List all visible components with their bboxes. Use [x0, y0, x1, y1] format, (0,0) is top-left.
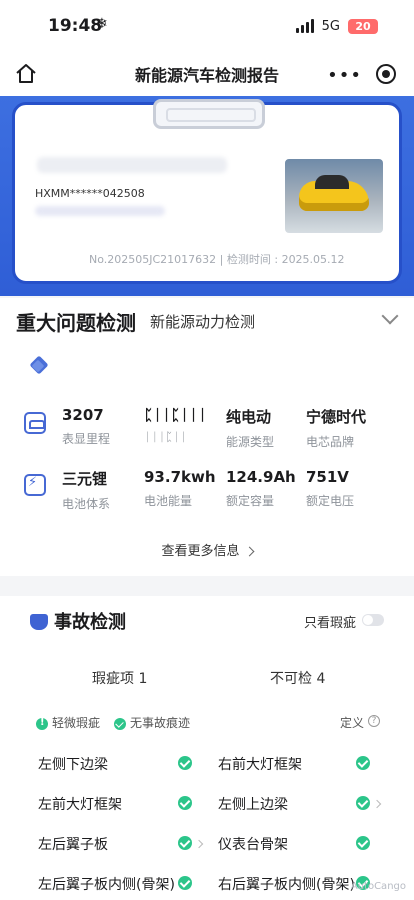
- watermark: AutoCango: [350, 881, 406, 892]
- define-link[interactable]: 定义: [340, 714, 364, 731]
- tab-major-issues[interactable]: 重大问题检测: [16, 307, 136, 336]
- accident-section: 事故检测 只看瑕疵 瑕疵项 1 不可检 4 轻微瑕疵 无事故痕迹 定义 ? 左侧…: [0, 596, 414, 900]
- car-crash-icon: [30, 614, 48, 630]
- check-item[interactable]: 右后翼子板内侧(骨架): [218, 874, 355, 894]
- legend-none: 无事故痕迹: [114, 714, 190, 731]
- spec-panel: 3207 表显里程 ᛈᛁᛁᛈᛁᛁᛁ ᛁᛁᛁᛈᛁᛁ 纯电动 能源类型 宁德时代 电…: [0, 344, 414, 576]
- tab-uncheckable[interactable]: 不可检 4: [270, 668, 325, 688]
- spec-value: ᛈᛁᛁᛈᛁᛁᛁ: [144, 406, 208, 424]
- spec-value: 宁德时代: [306, 408, 367, 426]
- check-icon: [356, 756, 370, 770]
- spec-row: 3207 表显里程 ᛈᛁᛁᛈᛁᛁᛁ ᛁᛁᛁᛈᛁᛁ 纯电动 能源类型 宁德时代 电…: [0, 406, 414, 450]
- tab-power-check[interactable]: 新能源动力检测: [150, 311, 255, 332]
- spec-label: 电池体系: [62, 497, 111, 511]
- blurred-vehicle-name: [37, 157, 227, 173]
- legend-minor: 轻微瑕疵: [36, 714, 100, 731]
- only-defects-toggle[interactable]: [362, 614, 384, 626]
- battery-icon: 20: [348, 18, 378, 34]
- section-gap: [0, 576, 414, 596]
- spec-label: 额定容量: [226, 494, 275, 508]
- spec-cell: 93.7kwh 电池能量: [144, 468, 216, 509]
- battery-bolt-icon: [24, 474, 46, 496]
- report-number: No.202505JC21017632 | 检测时间 : 2025.05.12: [89, 253, 345, 266]
- spec-cell: 3207 表显里程: [62, 406, 110, 447]
- layers-icon: [29, 355, 49, 375]
- spec-value: 纯电动: [226, 408, 272, 426]
- check-item[interactable]: 左侧上边梁: [218, 794, 288, 814]
- spec-cell: 宁德时代 电芯品牌: [306, 406, 366, 450]
- check-icon: [356, 796, 370, 810]
- car-image: [299, 175, 369, 211]
- legend-minor-label: 轻微瑕疵: [52, 716, 101, 730]
- car-photo[interactable]: [285, 159, 383, 233]
- chevron-right-icon[interactable]: [372, 799, 382, 809]
- spec-value: 3207: [62, 406, 104, 424]
- check-icon: [178, 796, 192, 810]
- spec-cell: 751V 额定电压: [306, 468, 354, 509]
- spec-value: 751V: [306, 468, 349, 486]
- report-card: HXMM******042508 No.202505JC21017632 | 检…: [12, 99, 402, 284]
- more-info-link[interactable]: 查看更多信息: [0, 540, 414, 559]
- spec-label: 电芯品牌: [306, 435, 355, 449]
- spec-cell: ᛈᛁᛁᛈᛁᛁᛁ ᛁᛁᛁᛈᛁᛁ: [144, 406, 207, 444]
- section-header: 重大问题检测 新能源动力检测: [0, 298, 414, 344]
- status-right: 5G 20: [295, 18, 378, 34]
- check-dot-icon: [114, 717, 127, 730]
- only-defects-label: 只看瑕疵: [303, 616, 356, 631]
- check-item[interactable]: 左后翼子板内侧(骨架): [38, 874, 175, 894]
- question-icon[interactable]: ?: [368, 715, 380, 727]
- legend-none-label: 无事故痕迹: [130, 716, 191, 730]
- check-item[interactable]: 左后翼子板: [38, 834, 108, 854]
- check-icon: [178, 836, 192, 850]
- check-icon: [178, 756, 192, 770]
- chevron-right-icon[interactable]: [194, 839, 204, 849]
- signal-icon: [295, 19, 314, 33]
- check-item[interactable]: 右前大灯框架: [218, 754, 302, 774]
- spec-label: 能源类型: [226, 435, 275, 449]
- target-icon[interactable]: [376, 64, 396, 84]
- spec-label: 额定电压: [306, 494, 355, 508]
- legend: 轻微瑕疵 无事故痕迹: [36, 714, 190, 731]
- blurred-info: [35, 206, 165, 216]
- car-icon: [24, 412, 46, 434]
- nav-bar: 新能源汽车检测报告 •••: [0, 52, 414, 96]
- spec-cell: 纯电动 能源类型: [226, 406, 274, 450]
- check-item[interactable]: 左前大灯框架: [38, 794, 122, 814]
- status-time: 19:48: [48, 16, 103, 36]
- check-icon: [356, 836, 370, 850]
- accident-title: 事故检测: [54, 612, 126, 633]
- tab-defects[interactable]: 瑕疵项 1: [92, 668, 147, 688]
- home-icon[interactable]: [14, 62, 38, 86]
- spec-value: 三元锂: [62, 470, 108, 488]
- spec-label: 表显里程: [62, 432, 111, 446]
- check-item[interactable]: 仪表台骨架: [218, 834, 288, 854]
- chevron-down-icon[interactable]: [381, 307, 399, 325]
- check-item[interactable]: 左侧下边梁: [38, 754, 108, 774]
- network-label: 5G: [321, 18, 340, 34]
- spec-cell: 三元锂 电池体系: [62, 468, 110, 512]
- spec-cell: 124.9Ah 额定容量: [226, 468, 296, 509]
- snowflake-icon: ❄: [96, 16, 108, 32]
- warning-dot-icon: [36, 717, 48, 730]
- spec-row: 三元锂 电池体系 93.7kwh 电池能量 124.9Ah 额定容量 751V …: [0, 468, 414, 512]
- more-icon[interactable]: •••: [327, 65, 362, 86]
- spec-label: ᛁᛁᛁᛈᛁᛁ: [144, 430, 188, 444]
- vin-text: HXMM******042508: [35, 187, 145, 200]
- page-title: 新能源汽车检测报告: [134, 66, 279, 85]
- check-icon: [178, 876, 192, 890]
- spec-value: 93.7kwh: [144, 468, 216, 486]
- clipboard-clip-icon: [153, 99, 265, 129]
- spec-label: 电池能量: [144, 494, 193, 508]
- status-bar: 19:48 ❄ 5G 20: [0, 0, 414, 52]
- spec-value: 124.9Ah: [226, 468, 296, 486]
